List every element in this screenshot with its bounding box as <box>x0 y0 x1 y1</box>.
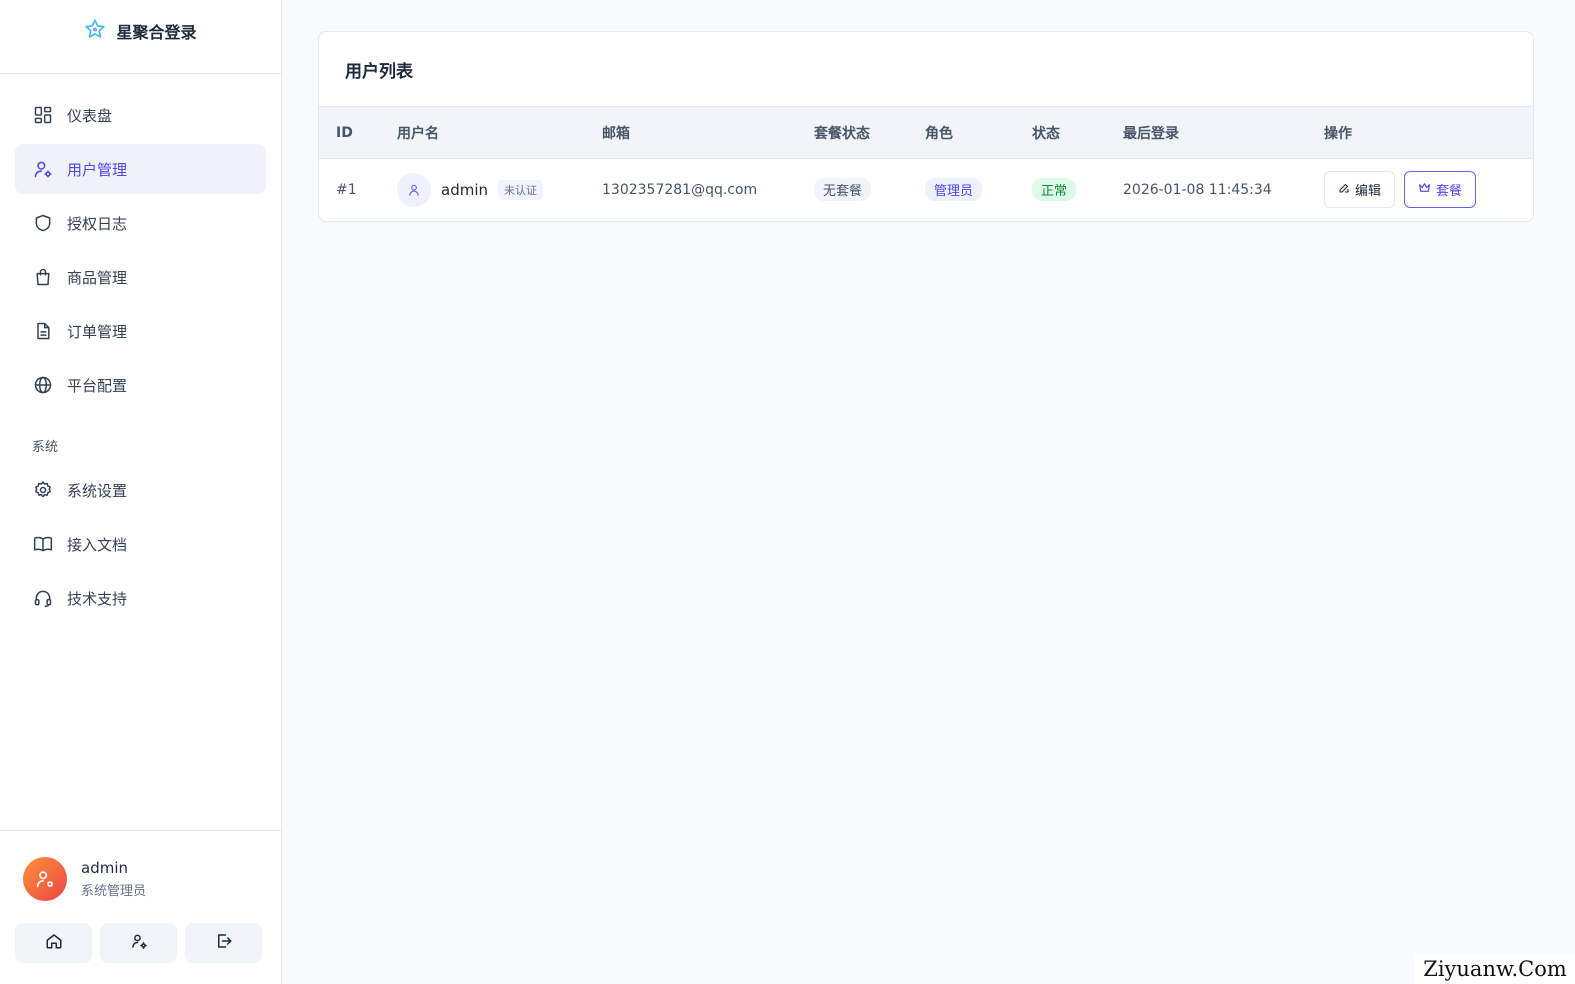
column-header-status[interactable]: 状态 <box>1015 107 1106 159</box>
current-user-name: admin <box>81 859 128 877</box>
avatar <box>397 172 431 207</box>
home-button[interactable] <box>15 923 92 963</box>
table-row: #1 admin 未认证 1302357281@qq.com 无套餐 管理员 正… <box>319 159 1533 221</box>
user-list-card: 用户列表 ID 用户名 邮箱 套餐状态 角色 状态 最后登录 操作 #1 adm… <box>318 31 1534 222</box>
avatar <box>23 857 67 901</box>
column-header-email[interactable]: 邮箱 <box>585 107 797 159</box>
cell-status: 正常 <box>1015 159 1106 221</box>
user-settings-icon <box>130 932 148 954</box>
cell-id: #1 <box>336 181 357 198</box>
sidebar-item-auth-log[interactable]: 授权日志 <box>15 198 266 248</box>
status-badge: 正常 <box>1032 178 1077 202</box>
current-user-role: 系统管理员 <box>81 884 147 899</box>
nav-section-system: 系统 <box>32 440 59 455</box>
cell-last-login: 2026-01-08 11:45:34 <box>1123 181 1272 198</box>
current-user-panel: admin 系统管理员 <box>0 830 281 984</box>
sidebar-item-platform[interactable]: 平台配置 <box>15 360 266 410</box>
user-table: ID 用户名 邮箱 套餐状态 角色 状态 最后登录 操作 #1 admin 未认… <box>319 106 1533 221</box>
sidebar-item-users[interactable]: 用户管理 <box>15 144 266 194</box>
sidebar-item-docs[interactable]: 接入文档 <box>15 519 266 569</box>
role-badge: 管理员 <box>925 178 983 202</box>
sidebar-item-label: 系统设置 <box>67 481 128 500</box>
cell-email: 1302357281@qq.com <box>602 181 758 198</box>
brand[interactable]: 星聚合登录 <box>0 0 281 74</box>
column-header-role[interactable]: 角色 <box>908 107 1015 159</box>
dashboard-icon <box>33 105 53 125</box>
cell-username: admin 未认证 <box>380 159 585 221</box>
sidebar-item-support[interactable]: 技术支持 <box>15 573 266 623</box>
shopping-bag-icon <box>33 267 53 287</box>
sidebar-item-settings[interactable]: 系统设置 <box>15 465 266 515</box>
sidebar-item-label: 商品管理 <box>67 268 128 287</box>
logout-button[interactable] <box>185 923 262 963</box>
cell-role: 管理员 <box>908 159 1015 221</box>
column-header-plan-status[interactable]: 套餐状态 <box>797 107 908 159</box>
page-title: 用户列表 <box>345 61 413 82</box>
main-content: 用户列表 ID 用户名 邮箱 套餐状态 角色 状态 最后登录 操作 #1 adm… <box>318 31 1534 222</box>
sidebar-item-label: 仪表盘 <box>67 106 113 125</box>
sidebar-nav: 仪表盘 用户管理 授权日志 商品管理 订单管理 平台配置 系统 系统设置 接入文… <box>0 74 281 623</box>
crown-icon <box>1418 181 1431 198</box>
document-icon <box>33 321 53 341</box>
sidebar-item-label: 技术支持 <box>67 589 128 608</box>
sidebar-item-products[interactable]: 商品管理 <box>15 252 266 302</box>
headset-icon <box>33 588 53 608</box>
sidebar-item-orders[interactable]: 订单管理 <box>15 306 266 356</box>
user-actions <box>0 901 281 963</box>
sidebar-item-label: 平台配置 <box>67 376 128 395</box>
logout-icon <box>215 932 233 954</box>
brand-name: 星聚合登录 <box>116 22 197 42</box>
sidebar: 星聚合登录 仪表盘 用户管理 授权日志 商品管理 订单管理 平台配置 系统 系统… <box>0 0 282 984</box>
sidebar-item-dashboard[interactable]: 仪表盘 <box>15 90 266 140</box>
username: admin <box>441 180 488 199</box>
verify-badge: 未认证 <box>498 179 543 200</box>
profile-settings-button[interactable] <box>100 923 177 963</box>
column-header-username[interactable]: 用户名 <box>380 107 585 159</box>
book-icon <box>33 534 53 554</box>
table-header: ID 用户名 邮箱 套餐状态 角色 状态 最后登录 操作 <box>319 106 1533 159</box>
plan-status-badge: 无套餐 <box>814 178 872 202</box>
sidebar-item-label: 订单管理 <box>67 322 128 341</box>
current-user[interactable]: admin 系统管理员 <box>0 831 281 901</box>
column-header-actions: 操作 <box>1324 125 1352 142</box>
plan-button[interactable]: 套餐 <box>1404 171 1477 209</box>
user-cog-icon <box>33 159 53 179</box>
cell-actions: 编辑 套餐 <box>1307 159 1533 221</box>
sidebar-item-label: 授权日志 <box>67 214 128 233</box>
home-icon <box>45 932 63 954</box>
cell-plan-status: 无套餐 <box>797 159 908 221</box>
sidebar-item-label: 接入文档 <box>67 535 128 554</box>
edit-button[interactable]: 编辑 <box>1324 171 1396 209</box>
gear-icon <box>33 480 53 500</box>
star-icon <box>84 18 106 44</box>
sidebar-item-label: 用户管理 <box>67 160 128 179</box>
column-header-id[interactable]: ID <box>319 107 380 159</box>
shield-icon <box>33 213 53 233</box>
plan-button-label: 套餐 <box>1436 184 1463 200</box>
watermark: Ziyuanw.Com <box>1415 954 1575 984</box>
edit-button-label: 编辑 <box>1355 184 1382 200</box>
edit-icon <box>1338 182 1350 198</box>
globe-icon <box>33 375 53 395</box>
column-header-last-login[interactable]: 最后登录 <box>1106 107 1307 159</box>
